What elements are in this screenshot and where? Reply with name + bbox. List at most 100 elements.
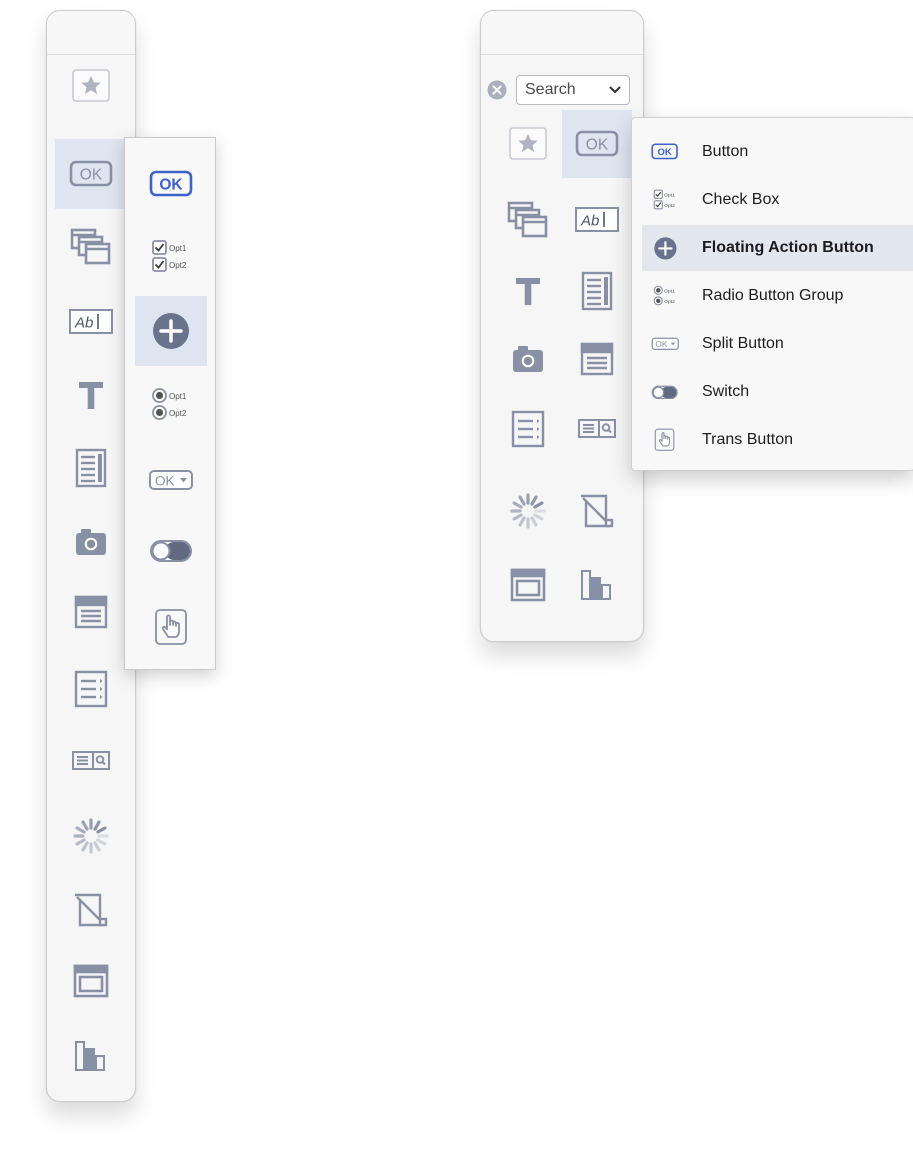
- menu-item[interactable]: OK Split Button: [642, 321, 913, 367]
- camera-icon: [511, 344, 545, 374]
- left-palette-header: [47, 11, 135, 55]
- text-label-icon: [514, 275, 542, 307]
- trans-button-icon: [642, 428, 688, 452]
- split-button-icon: OK: [642, 337, 688, 351]
- search-select[interactable]: Search: [516, 75, 630, 105]
- palette-item-text-label[interactable]: [55, 360, 127, 430]
- search-row: Search: [487, 75, 630, 105]
- menu-item[interactable]: Switch: [642, 369, 913, 415]
- svg-text:Opt2: Opt2: [664, 203, 675, 209]
- svg-text:Opt1: Opt1: [169, 392, 187, 401]
- right-palette: Search OK Ab: [480, 10, 644, 642]
- svg-text:Ab: Ab: [74, 315, 93, 332]
- svg-text:OK: OK: [155, 474, 175, 489]
- grid-item-form[interactable]: [562, 325, 632, 393]
- menu-item[interactable]: Opt1 Opt2 Check Box: [642, 177, 913, 223]
- left-flyout: OK Opt1 Opt2 Opt1 Opt2 OK: [124, 137, 216, 670]
- search-field-icon: [577, 418, 617, 440]
- flyout-item-checkbox[interactable]: Opt1 Opt2: [135, 222, 207, 292]
- grid-item-window[interactable]: [493, 551, 563, 619]
- ok-button-icon: OK: [69, 160, 113, 188]
- image-placeholder-icon: [73, 893, 109, 927]
- overlapping-windows-icon: [507, 201, 549, 239]
- menu-item[interactable]: OK Button: [642, 129, 913, 175]
- svg-text:Opt1: Opt1: [664, 288, 675, 294]
- menu-item[interactable]: Floating Action Button: [642, 225, 913, 271]
- flyout-item-floating-action-button[interactable]: [135, 296, 207, 366]
- grid-item-text-view[interactable]: [562, 257, 632, 325]
- grid-item-ok-button[interactable]: OK: [562, 110, 632, 178]
- palette-item-list[interactable]: [55, 654, 127, 724]
- palette-item-image-placeholder[interactable]: [55, 875, 127, 945]
- bar-chart-icon: [73, 1040, 109, 1072]
- svg-text:OK: OK: [586, 137, 609, 154]
- svg-text:OK: OK: [80, 167, 103, 184]
- svg-text:Opt1: Opt1: [664, 192, 675, 198]
- grid-item-text-field[interactable]: Ab: [562, 186, 632, 254]
- ok-button-icon: OK: [642, 143, 688, 160]
- flyout-item-radio-group[interactable]: Opt1 Opt2: [135, 370, 207, 440]
- flyout-item-split-button[interactable]: OK: [135, 445, 207, 515]
- bar-chart-icon: [579, 569, 615, 601]
- search-select-value: Search: [525, 81, 576, 98]
- svg-text:Opt1: Opt1: [169, 244, 187, 253]
- menu-item[interactable]: Trans Button: [642, 417, 913, 463]
- flyout-item-switch[interactable]: [135, 516, 207, 586]
- text-field-icon: Ab: [574, 206, 620, 234]
- grid-item-bar-chart[interactable]: [562, 551, 632, 619]
- palette-item-overlapping-windows[interactable]: [55, 212, 127, 282]
- text-view-icon: [581, 271, 613, 311]
- grid-item-camera[interactable]: [493, 325, 563, 393]
- camera-icon: [74, 527, 108, 557]
- flyout-item-trans-button[interactable]: [135, 592, 207, 662]
- palette-item-text-field[interactable]: Ab: [55, 287, 127, 357]
- menu-item-label: Trans Button: [702, 431, 794, 448]
- palette-item-spinner[interactable]: [55, 801, 127, 871]
- menu-item-label: Switch: [702, 383, 750, 400]
- svg-text:OK: OK: [655, 339, 668, 349]
- text-label-icon: [77, 379, 105, 411]
- overlapping-windows-icon: [70, 228, 112, 266]
- grid-item-overlapping-windows[interactable]: [493, 186, 563, 254]
- spinner-icon: [72, 817, 110, 855]
- grid-item-spinner[interactable]: [493, 477, 563, 545]
- component-menu: OK Button Opt1 Opt2 Check Box Floating Action…: [631, 117, 913, 471]
- menu-item[interactable]: Opt1 Opt2 Radio Button Group: [642, 273, 913, 319]
- star-icon: [508, 127, 548, 161]
- palette-item-window[interactable]: [55, 946, 127, 1016]
- palette-item-search-field[interactable]: [55, 726, 127, 796]
- svg-text:Opt2: Opt2: [664, 299, 675, 305]
- svg-text:Ab: Ab: [580, 213, 599, 230]
- spinner-icon: [509, 492, 547, 530]
- radio-group-icon: Opt1 Opt2: [642, 285, 688, 307]
- form-icon: [580, 342, 614, 376]
- grid-item-search-field[interactable]: [562, 395, 632, 463]
- grid-item-text-label[interactable]: [493, 257, 563, 325]
- grid-item-image-placeholder[interactable]: [562, 477, 632, 545]
- text-view-icon: [75, 448, 107, 488]
- text-field-icon: Ab: [68, 308, 114, 336]
- palette-item-form[interactable]: [55, 577, 127, 647]
- window-icon: [510, 568, 546, 602]
- form-icon: [74, 595, 108, 629]
- palette-item-star[interactable]: [55, 51, 127, 121]
- list-icon: [74, 670, 108, 708]
- svg-text:Opt2: Opt2: [169, 261, 187, 270]
- grid-item-list[interactable]: [493, 395, 563, 463]
- palette-item-bar-chart[interactable]: [55, 1021, 127, 1091]
- ok-button-icon: OK: [149, 170, 193, 198]
- chevron-down-icon: [609, 81, 621, 99]
- floating-action-button-icon: [151, 311, 191, 351]
- palette-item-camera[interactable]: [55, 507, 127, 577]
- palette-item-ok-button[interactable]: OK: [55, 139, 127, 209]
- flyout-item-ok-button[interactable]: OK: [135, 149, 207, 219]
- clear-search-icon[interactable]: [487, 80, 507, 100]
- palette-item-text-view[interactable]: [55, 433, 127, 503]
- checkbox-icon: Opt1 Opt2: [151, 239, 191, 275]
- floating-action-button-icon: [642, 236, 688, 261]
- switch-icon: [149, 539, 193, 563]
- svg-text:Opt2: Opt2: [169, 409, 187, 418]
- checkbox-icon: Opt1 Opt2: [642, 189, 688, 211]
- grid-item-star[interactable]: [493, 110, 563, 178]
- menu-item-label: Button: [702, 143, 749, 160]
